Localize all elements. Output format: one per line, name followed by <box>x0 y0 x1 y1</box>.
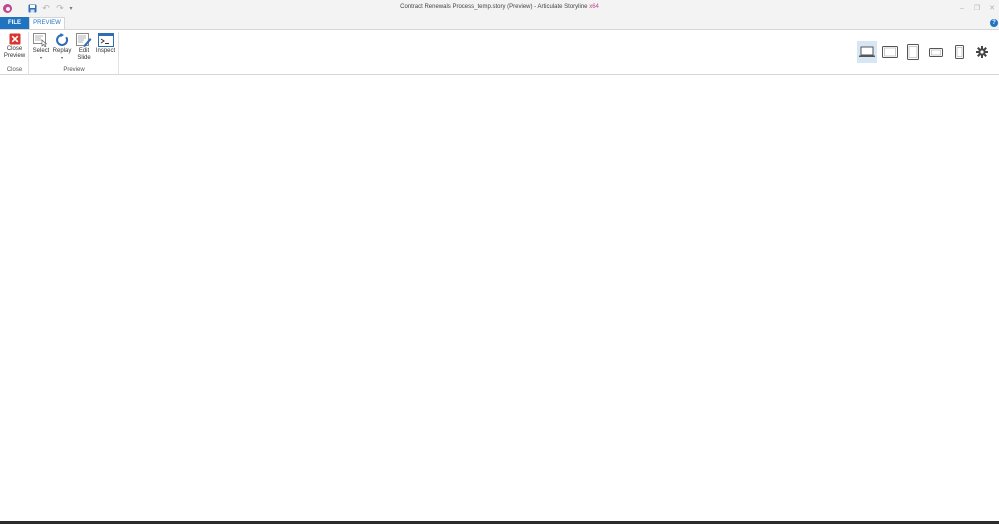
tablet-landscape-icon <box>882 46 898 58</box>
group-label-close: Close <box>6 67 23 73</box>
title-bar: ↶ ↷ ▾ Contract Renewals Process_temp.sto… <box>0 0 999 17</box>
desktop-icon <box>859 46 875 57</box>
tablet-portrait-icon <box>907 44 919 60</box>
phone-portrait-icon <box>954 45 964 59</box>
window-title: Contract Renewals Process_temp.story (Pr… <box>400 4 599 10</box>
replay-label: Replay <box>52 48 72 54</box>
close-preview-button[interactable]: Close Preview <box>3 33 26 60</box>
edit-slide-button[interactable]: Edit Slide <box>75 33 93 62</box>
close-preview-label-2: Preview <box>3 53 26 59</box>
ribbon-tabs: FILE PREVIEW ? <box>0 17 999 29</box>
edit-slide-label-2: Slide <box>77 55 91 61</box>
tablet-landscape-preview-button[interactable] <box>880 41 900 63</box>
group-separator <box>118 32 119 74</box>
replay-dropdown-caret[interactable]: ▾ <box>52 55 72 60</box>
select-button[interactable]: Select ▾ <box>32 33 50 60</box>
select-label: Select <box>32 48 50 54</box>
inspect-icon <box>97 33 114 47</box>
maximize-icon[interactable]: ❐ <box>971 3 983 14</box>
inspect-button[interactable]: Inspect <box>95 33 116 55</box>
tablet-portrait-preview-button[interactable] <box>903 41 923 63</box>
replay-icon <box>56 33 69 46</box>
help-icon[interactable]: ? <box>990 19 998 27</box>
close-window-icon[interactable]: ✕ <box>986 3 998 14</box>
select-icon <box>33 33 48 47</box>
phone-landscape-preview-button[interactable] <box>926 41 946 63</box>
replay-button[interactable]: Replay ▾ <box>52 33 72 60</box>
edit-slide-icon <box>76 33 92 47</box>
desktop-preview-button[interactable] <box>857 41 877 63</box>
inspect-label: Inspect <box>95 48 116 54</box>
minimize-icon[interactable]: – <box>956 3 968 14</box>
bitness-label: x64 <box>589 4 599 10</box>
tab-file[interactable]: FILE <box>0 17 29 29</box>
close-preview-icon <box>9 33 20 45</box>
phone-portrait-preview-button[interactable] <box>949 41 969 63</box>
group-separator <box>28 32 29 74</box>
tab-preview[interactable]: PREVIEW <box>29 17 65 29</box>
close-preview-label-1: Close <box>6 46 23 52</box>
group-label-preview: Preview <box>63 67 85 73</box>
ribbon: Close Preview Close Select ▾ Replay ▾ Ed… <box>0 29 999 75</box>
preview-stage[interactable] <box>0 76 999 521</box>
select-dropdown-caret[interactable]: ▾ <box>32 55 50 60</box>
edit-slide-label-1: Edit <box>78 48 90 54</box>
settings-button[interactable] <box>972 41 992 63</box>
phone-landscape-icon <box>929 47 943 57</box>
settings-gear-icon <box>976 46 988 58</box>
